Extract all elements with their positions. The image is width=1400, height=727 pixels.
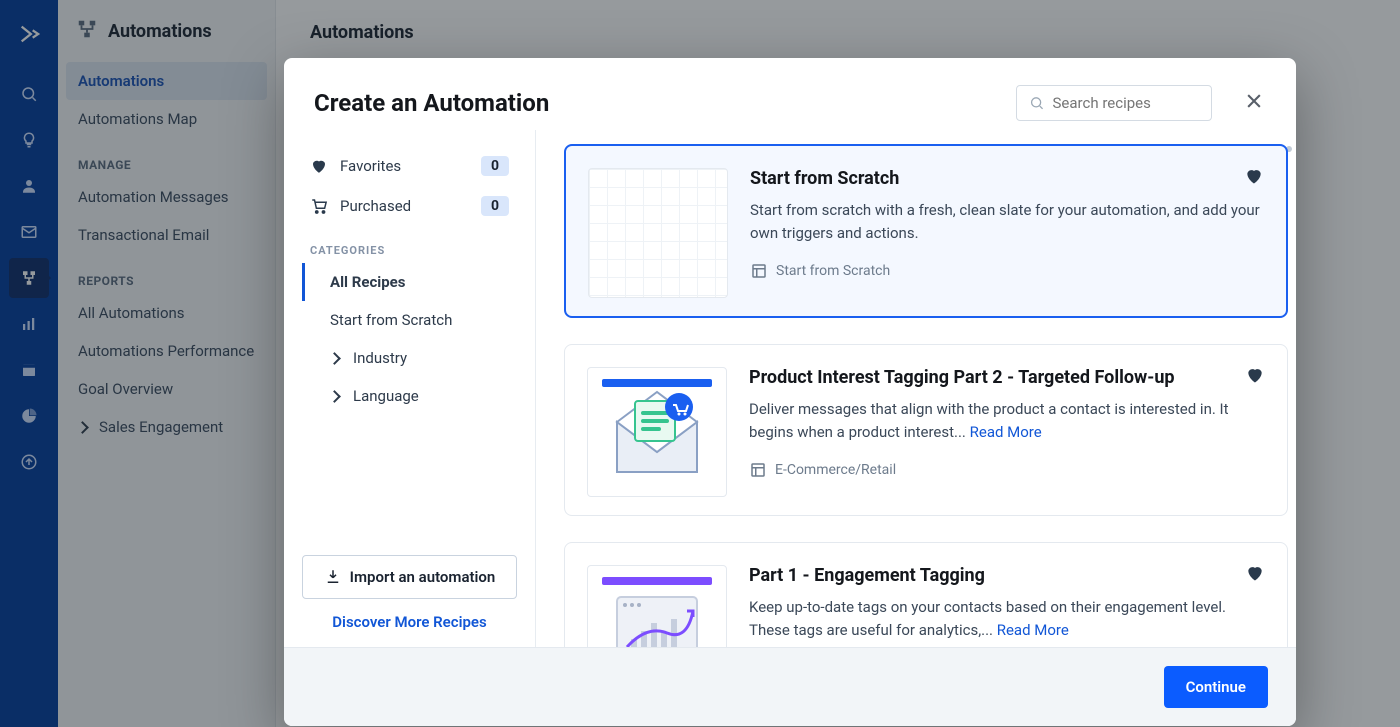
purchased-label: Purchased: [340, 197, 411, 215]
layout-icon: [750, 262, 768, 280]
heart-icon: [310, 157, 328, 175]
recipe-thumbnail: [587, 367, 727, 497]
category-industry[interactable]: Industry: [302, 339, 517, 377]
close-icon: [1244, 91, 1264, 111]
category-label: Industry: [353, 349, 407, 367]
recipe-thumbnail: [588, 168, 728, 298]
recipe-title: Product Interest Tagging Part 2 - Target…: [749, 367, 1265, 388]
read-more-link[interactable]: Read More: [997, 621, 1069, 639]
close-button[interactable]: [1228, 84, 1266, 122]
search-input[interactable]: [1053, 94, 1199, 112]
category-label: Language: [353, 387, 419, 405]
favorites-label: Favorites: [340, 157, 401, 175]
recipe-description: Keep up-to-date tags on your contacts ba…: [749, 596, 1265, 641]
favorites-count: 0: [481, 156, 509, 176]
categories-header: CATEGORIES: [302, 226, 517, 263]
recipe-card-product-interest[interactable]: Product Interest Tagging Part 2 - Target…: [564, 344, 1288, 516]
create-automation-modal: Create an Automation Favorites: [284, 58, 1296, 726]
heart-icon: [1245, 563, 1265, 583]
chevron-right-icon: [330, 387, 345, 405]
recipe-description: Deliver messages that align with the pro…: [749, 398, 1265, 443]
purchased-count: 0: [481, 196, 509, 216]
favorites-row[interactable]: Favorites 0: [302, 146, 517, 186]
discover-recipes-link[interactable]: Discover More Recipes: [302, 613, 517, 631]
recipe-card-start-from-scratch[interactable]: Start from Scratch Start from scratch wi…: [564, 144, 1288, 318]
category-start-from-scratch[interactable]: Start from Scratch: [302, 301, 517, 339]
recipe-list[interactable]: Start from Scratch Start from scratch wi…: [536, 130, 1296, 647]
recipe-description: Start from scratch with a fresh, clean s…: [750, 199, 1264, 244]
modal-title: Create an Automation: [314, 89, 549, 117]
recipe-title: Start from Scratch: [750, 168, 1264, 189]
favorite-toggle[interactable]: [1245, 563, 1265, 587]
favorite-toggle[interactable]: [1245, 365, 1265, 389]
purchased-row[interactable]: Purchased 0: [302, 186, 517, 226]
favorite-toggle[interactable]: [1244, 166, 1264, 190]
recipe-title: Part 1 - Engagement Tagging: [749, 565, 1265, 586]
search-icon: [1029, 94, 1045, 112]
layout-icon: [749, 461, 767, 479]
modal-footer: Continue: [284, 647, 1296, 726]
recipe-search[interactable]: [1016, 85, 1212, 121]
modal-sidebar: Favorites 0 Purchased 0 CATEGORIES All R…: [284, 130, 536, 647]
recipe-thumbnail: [587, 565, 727, 647]
recipe-card-engagement-tagging[interactable]: Part 1 - Engagement Tagging Keep up-to-d…: [564, 542, 1288, 647]
recipe-tag: E-Commerce/Retail: [775, 462, 896, 478]
cart-icon: [310, 197, 328, 215]
category-language[interactable]: Language: [302, 377, 517, 415]
recipe-tag: Start from Scratch: [776, 263, 890, 279]
heart-icon: [1244, 166, 1264, 186]
chevron-right-icon: [330, 349, 345, 367]
category-all-recipes[interactable]: All Recipes: [302, 263, 517, 301]
read-more-link[interactable]: Read More: [970, 423, 1042, 441]
import-automation-button[interactable]: Import an automation: [302, 555, 517, 599]
import-label: Import an automation: [350, 568, 496, 586]
download-icon: [324, 568, 342, 586]
heart-icon: [1245, 365, 1265, 385]
continue-button[interactable]: Continue: [1164, 666, 1268, 708]
